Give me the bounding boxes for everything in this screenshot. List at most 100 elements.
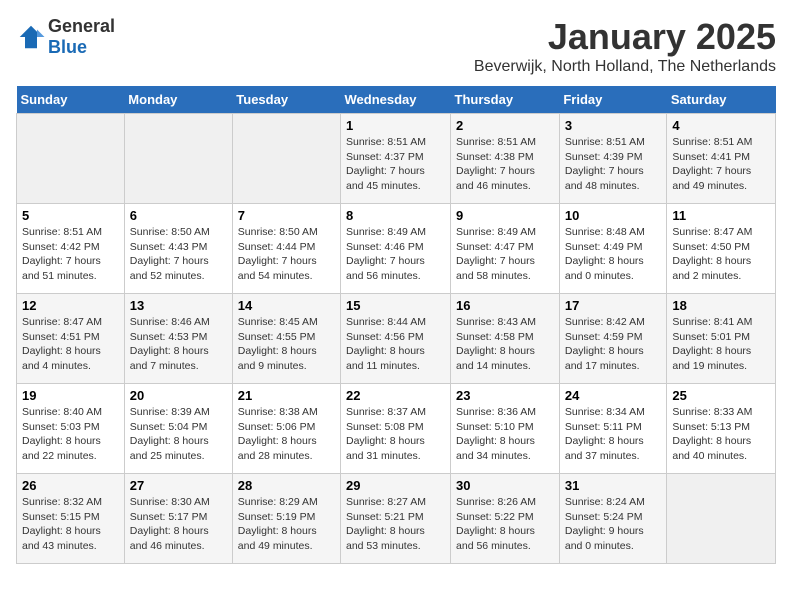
day-number: 14 — [238, 298, 335, 313]
day-number: 8 — [346, 208, 445, 223]
calendar-week-row: 19 Sunrise: 8:40 AM Sunset: 5:03 PM Dayli… — [17, 384, 776, 474]
calendar-cell: 17Sunrise: 8:42 AM Sunset: 4:59 PM Dayli… — [559, 294, 667, 384]
calendar-cell — [232, 114, 340, 204]
header-sunday: Sunday — [17, 86, 125, 114]
calendar-cell: 8 Sunrise: 8:49 AM Sunset: 4:46 PM Daylig… — [341, 204, 451, 294]
day-info: Sunrise: 8:51 AM Sunset: 4:38 PM Dayligh… — [456, 135, 554, 194]
day-number: 16 — [456, 298, 554, 313]
day-number: 17 — [565, 298, 662, 313]
calendar-cell: 6 Sunrise: 8:50 AM Sunset: 4:43 PM Daylig… — [124, 204, 232, 294]
calendar-cell: 31 Sunrise: 8:24 AM Sunset: 5:24 PM Dayli… — [559, 474, 667, 564]
day-info: Sunrise: 8:41 AM Sunset: 5:01 PM Dayligh… — [672, 315, 770, 374]
day-number: 23 — [456, 388, 554, 403]
day-info: Sunrise: 8:49 AM Sunset: 4:47 PM Dayligh… — [456, 225, 554, 284]
calendar-cell: 10 Sunrise: 8:48 AM Sunset: 4:49 PM Dayli… — [559, 204, 667, 294]
calendar-cell: 2 Sunrise: 8:51 AM Sunset: 4:38 PM Daylig… — [451, 114, 560, 204]
day-info: Sunrise: 8:36 AM Sunset: 5:10 PM Dayligh… — [456, 405, 554, 464]
calendar-week-row: 12Sunrise: 8:47 AM Sunset: 4:51 PM Dayli… — [17, 294, 776, 384]
day-number: 10 — [565, 208, 662, 223]
day-info: Sunrise: 8:47 AM Sunset: 4:50 PM Dayligh… — [672, 225, 770, 284]
logo: General Blue — [16, 16, 115, 58]
day-info: Sunrise: 8:38 AM Sunset: 5:06 PM Dayligh… — [238, 405, 335, 464]
calendar-week-row: 5 Sunrise: 8:51 AM Sunset: 4:42 PM Daylig… — [17, 204, 776, 294]
calendar-cell: 12Sunrise: 8:47 AM Sunset: 4:51 PM Dayli… — [17, 294, 125, 384]
calendar-week-row: 1 Sunrise: 8:51 AM Sunset: 4:37 PM Daylig… — [17, 114, 776, 204]
day-number: 13 — [130, 298, 227, 313]
day-info: Sunrise: 8:40 AM Sunset: 5:03 PM Dayligh… — [22, 405, 119, 464]
day-info: Sunrise: 8:34 AM Sunset: 5:11 PM Dayligh… — [565, 405, 662, 464]
calendar-cell: 16 Sunrise: 8:43 AM Sunset: 4:58 PM Dayli… — [451, 294, 560, 384]
logo-blue-text: Blue — [48, 37, 87, 57]
day-info: Sunrise: 8:44 AM Sunset: 4:56 PM Dayligh… — [346, 315, 445, 374]
day-number: 6 — [130, 208, 227, 223]
calendar-cell: 11 Sunrise: 8:47 AM Sunset: 4:50 PM Dayli… — [667, 204, 776, 294]
day-number: 28 — [238, 478, 335, 493]
day-info: Sunrise: 8:24 AM Sunset: 5:24 PM Dayligh… — [565, 495, 662, 554]
day-number: 1 — [346, 118, 445, 133]
calendar-cell: 28 Sunrise: 8:29 AM Sunset: 5:19 PM Dayli… — [232, 474, 340, 564]
calendar-cell: 21 Sunrise: 8:38 AM Sunset: 5:06 PM Dayli… — [232, 384, 340, 474]
day-number: 11 — [672, 208, 770, 223]
calendar-cell: 24Sunrise: 8:34 AM Sunset: 5:11 PM Dayli… — [559, 384, 667, 474]
calendar-cell: 1 Sunrise: 8:51 AM Sunset: 4:37 PM Daylig… — [341, 114, 451, 204]
calendar-cell — [667, 474, 776, 564]
calendar-cell — [17, 114, 125, 204]
calendar-cell: 3Sunrise: 8:51 AM Sunset: 4:39 PM Daylig… — [559, 114, 667, 204]
calendar-cell: 25Sunrise: 8:33 AM Sunset: 5:13 PM Dayli… — [667, 384, 776, 474]
header-saturday: Saturday — [667, 86, 776, 114]
day-number: 12 — [22, 298, 119, 313]
day-info: Sunrise: 8:50 AM Sunset: 4:43 PM Dayligh… — [130, 225, 227, 284]
day-number: 26 — [22, 478, 119, 493]
day-info: Sunrise: 8:51 AM Sunset: 4:41 PM Dayligh… — [672, 135, 770, 194]
header-thursday: Thursday — [451, 86, 560, 114]
day-info: Sunrise: 8:45 AM Sunset: 4:55 PM Dayligh… — [238, 315, 335, 374]
day-number: 2 — [456, 118, 554, 133]
calendar-cell: 18 Sunrise: 8:41 AM Sunset: 5:01 PM Dayli… — [667, 294, 776, 384]
calendar-cell: 7Sunrise: 8:50 AM Sunset: 4:44 PM Daylig… — [232, 204, 340, 294]
calendar-cell: 9 Sunrise: 8:49 AM Sunset: 4:47 PM Daylig… — [451, 204, 560, 294]
day-info: Sunrise: 8:26 AM Sunset: 5:22 PM Dayligh… — [456, 495, 554, 554]
day-info: Sunrise: 8:32 AM Sunset: 5:15 PM Dayligh… — [22, 495, 119, 554]
day-number: 31 — [565, 478, 662, 493]
calendar-header-row: SundayMondayTuesdayWednesdayThursdayFrid… — [17, 86, 776, 114]
day-number: 9 — [456, 208, 554, 223]
calendar-cell — [124, 114, 232, 204]
day-number: 18 — [672, 298, 770, 313]
day-number: 19 — [22, 388, 119, 403]
day-info: Sunrise: 8:50 AM Sunset: 4:44 PM Dayligh… — [238, 225, 335, 284]
calendar-week-row: 26 Sunrise: 8:32 AM Sunset: 5:15 PM Dayli… — [17, 474, 776, 564]
day-number: 5 — [22, 208, 119, 223]
day-number: 30 — [456, 478, 554, 493]
calendar-cell: 22 Sunrise: 8:37 AM Sunset: 5:08 PM Dayli… — [341, 384, 451, 474]
day-info: Sunrise: 8:39 AM Sunset: 5:04 PM Dayligh… — [130, 405, 227, 464]
day-number: 15 — [346, 298, 445, 313]
day-info: Sunrise: 8:33 AM Sunset: 5:13 PM Dayligh… — [672, 405, 770, 464]
day-info: Sunrise: 8:43 AM Sunset: 4:58 PM Dayligh… — [456, 315, 554, 374]
day-info: Sunrise: 8:51 AM Sunset: 4:39 PM Dayligh… — [565, 135, 662, 194]
calendar-cell: 20 Sunrise: 8:39 AM Sunset: 5:04 PM Dayli… — [124, 384, 232, 474]
month-year-title: January 2025 — [474, 16, 776, 58]
calendar-cell: 13 Sunrise: 8:46 AM Sunset: 4:53 PM Dayli… — [124, 294, 232, 384]
title-block: January 2025 Beverwijk, North Holland, T… — [474, 16, 776, 76]
day-number: 27 — [130, 478, 227, 493]
day-info: Sunrise: 8:29 AM Sunset: 5:19 PM Dayligh… — [238, 495, 335, 554]
calendar-cell: 15 Sunrise: 8:44 AM Sunset: 4:56 PM Dayli… — [341, 294, 451, 384]
page-header: General Blue January 2025 Beverwijk, Nor… — [16, 16, 776, 76]
location-subtitle: Beverwijk, North Holland, The Netherland… — [474, 58, 776, 76]
day-info: Sunrise: 8:51 AM Sunset: 4:42 PM Dayligh… — [22, 225, 119, 284]
day-info: Sunrise: 8:49 AM Sunset: 4:46 PM Dayligh… — [346, 225, 445, 284]
logo-general-text: General — [48, 16, 115, 36]
day-info: Sunrise: 8:37 AM Sunset: 5:08 PM Dayligh… — [346, 405, 445, 464]
day-info: Sunrise: 8:27 AM Sunset: 5:21 PM Dayligh… — [346, 495, 445, 554]
day-info: Sunrise: 8:48 AM Sunset: 4:49 PM Dayligh… — [565, 225, 662, 284]
logo-icon — [16, 22, 46, 52]
day-number: 22 — [346, 388, 445, 403]
calendar-cell: 14 Sunrise: 8:45 AM Sunset: 4:55 PM Dayli… — [232, 294, 340, 384]
header-monday: Monday — [124, 86, 232, 114]
calendar-cell: 23 Sunrise: 8:36 AM Sunset: 5:10 PM Dayli… — [451, 384, 560, 474]
day-info: Sunrise: 8:51 AM Sunset: 4:37 PM Dayligh… — [346, 135, 445, 194]
day-info: Sunrise: 8:46 AM Sunset: 4:53 PM Dayligh… — [130, 315, 227, 374]
day-number: 21 — [238, 388, 335, 403]
day-number: 20 — [130, 388, 227, 403]
calendar-cell: 4Sunrise: 8:51 AM Sunset: 4:41 PM Daylig… — [667, 114, 776, 204]
